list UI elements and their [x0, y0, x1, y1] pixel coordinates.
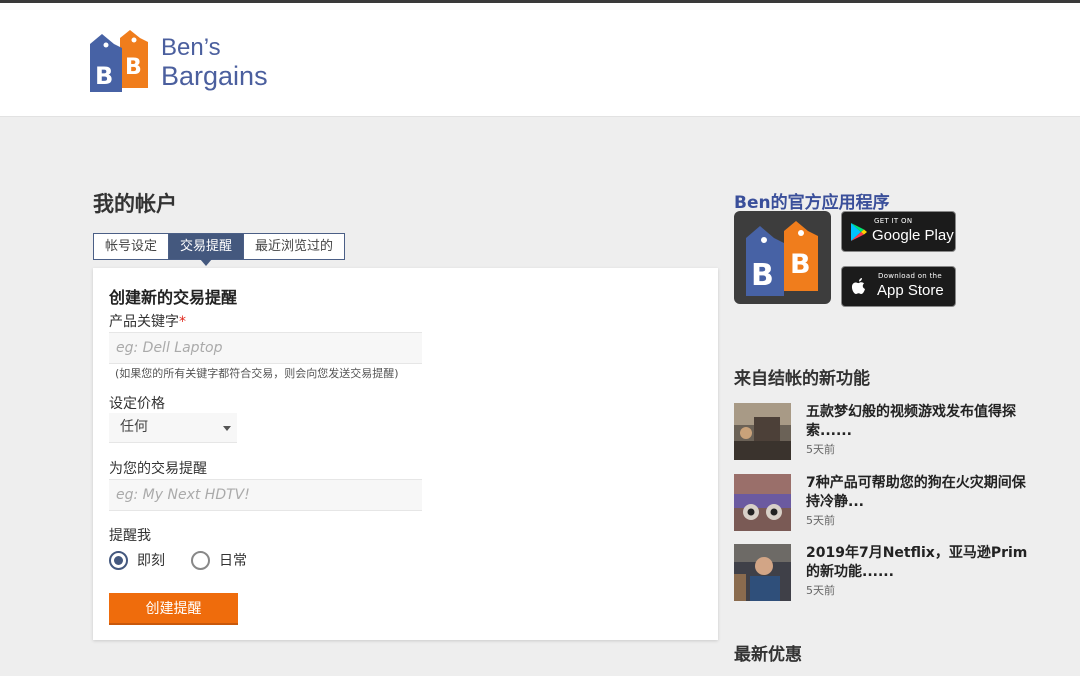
- alert-name-label: 为您的交易提醒: [109, 461, 207, 477]
- logo-letter-b2: B: [125, 55, 142, 80]
- remind-option-instant[interactable]: 即刻: [109, 550, 165, 570]
- remind-radio-group: 即刻 日常: [109, 549, 267, 571]
- caret-down-icon: [223, 426, 231, 431]
- create-alert-button[interactable]: 创建提醒: [109, 593, 238, 625]
- tab-deal-alerts[interactable]: 交易提醒: [169, 233, 245, 266]
- news-section-title: 来自结帐的新功能: [734, 369, 870, 389]
- app-store-small: Download on the: [878, 272, 942, 280]
- create-alert-card: 创建新的交易提醒 产品关键字* (如果您的所有关键字都符合交易，则会向您发送交易…: [93, 268, 718, 640]
- account-tabs: 帐号设定 交易提醒 最近浏览过的: [93, 233, 346, 266]
- app-store-big: App Store: [877, 282, 944, 299]
- page-title: 我的帐户: [93, 192, 177, 216]
- radio-daily-label: 日常: [219, 553, 247, 569]
- logo-line1: Ben’s: [161, 34, 221, 61]
- price-select-value: 任何: [120, 419, 148, 435]
- alert-name-input[interactable]: [109, 479, 422, 511]
- news-thumbnail: [734, 544, 791, 601]
- logo-line2: Bargains: [161, 61, 268, 91]
- google-play-badge[interactable]: GET IT ON Google Play: [841, 211, 956, 252]
- news-item-title: 7种产品可帮助您的狗在火灾期间保持冷静...: [806, 475, 1026, 510]
- radio-instant[interactable]: [109, 550, 128, 570]
- latest-deals-title: 最新优惠: [734, 645, 802, 665]
- remind-label: 提醒我: [109, 528, 151, 544]
- google-play-big: Google Play: [872, 227, 954, 244]
- google-play-icon: [851, 223, 867, 241]
- radio-daily[interactable]: [191, 550, 210, 570]
- logo-letter-b1: B: [95, 62, 113, 90]
- keyword-input[interactable]: [109, 332, 422, 364]
- price-label: 设定价格: [109, 396, 165, 412]
- logo-wordmark: Ben’s Bargains: [161, 34, 268, 90]
- keyword-label-text: 产品关键字: [109, 314, 179, 330]
- form-title: 创建新的交易提醒: [109, 288, 238, 307]
- app-icon[interactable]: B B: [734, 211, 831, 304]
- required-mark: *: [179, 314, 186, 330]
- tab-account-settings[interactable]: 帐号设定: [93, 233, 170, 260]
- tab-recently-viewed[interactable]: 最近浏览过的: [244, 233, 346, 260]
- bens-bargains-logo[interactable]: B B Ben’s Bargains: [86, 28, 286, 98]
- price-select[interactable]: 任何: [109, 413, 237, 443]
- news-item-time: 5天前: [806, 584, 835, 597]
- google-play-small: GET IT ON: [874, 217, 913, 225]
- news-thumbnail: [734, 403, 791, 460]
- news-item[interactable]: 7种产品可帮助您的狗在火灾期间保持冷静... 5天前: [734, 474, 1034, 532]
- app-icon-letter-b1: B: [751, 258, 774, 293]
- keyword-label: 产品关键字*: [109, 311, 186, 331]
- price-tags-icon: B B: [90, 30, 148, 92]
- remind-option-daily[interactable]: 日常: [191, 550, 247, 570]
- keyword-hint: (如果您的所有关键字都符合交易，则会向您发送交易提醒): [115, 367, 399, 380]
- news-item[interactable]: 2019年7月Netflix，亚马逊Prim的新功能...... 5天前: [734, 544, 1034, 602]
- news-item[interactable]: 五款梦幻般的视频游戏发布值得探索...... 5天前: [734, 403, 1034, 461]
- radio-instant-label: 即刻: [137, 553, 165, 569]
- news-item-time: 5天前: [806, 514, 835, 527]
- news-item-title: 2019年7月Netflix，亚马逊Prim的新功能......: [806, 545, 1028, 580]
- app-store-badge[interactable]: Download on the App Store: [841, 266, 956, 307]
- news-thumbnail: [734, 474, 791, 531]
- site-header: B B Ben’s Bargains: [0, 3, 1080, 117]
- price-tags-icon: B B: [746, 221, 818, 296]
- news-item-title: 五款梦幻般的视频游戏发布值得探索......: [806, 404, 1016, 439]
- app-icon-letter-b2: B: [790, 249, 811, 280]
- apps-title: Ben的官方应用程序: [734, 193, 890, 213]
- news-item-time: 5天前: [806, 443, 835, 456]
- apple-icon: [851, 278, 865, 294]
